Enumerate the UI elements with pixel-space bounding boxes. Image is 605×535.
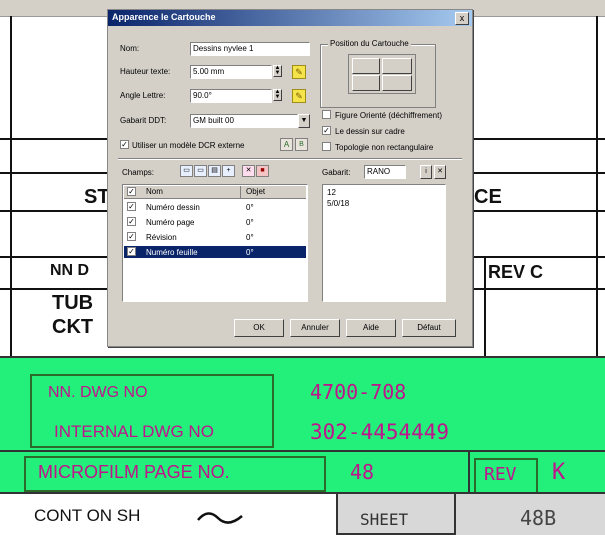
row-name: Numéro feuille	[146, 248, 198, 257]
table-row[interactable]: ✓ Révision 0°	[124, 231, 306, 243]
fields-list-header: ✓ Nom Objet	[124, 186, 306, 199]
select-all-checkbox[interactable]: ✓	[127, 187, 136, 196]
sheet-label: SHEET	[360, 510, 409, 529]
table-row[interactable]: ✓ Numéro page 0°	[124, 216, 306, 228]
figure-oriented-checkbox[interactable]	[322, 110, 331, 119]
name-label: Nom:	[120, 44, 140, 53]
pencil-icon[interactable]: ✎	[292, 89, 306, 103]
divider	[0, 450, 605, 452]
drawing-border-right	[596, 16, 598, 356]
new-field-icon[interactable]: ▭	[180, 165, 193, 177]
drawing-border-left	[10, 16, 12, 356]
remove-field-icon[interactable]: ■	[256, 165, 269, 177]
insert-field-icon[interactable]: +	[222, 165, 235, 177]
row-object: 0°	[246, 218, 254, 227]
nn-dwg-value: 4700-708	[310, 380, 407, 404]
topology-checkbox[interactable]	[322, 142, 331, 151]
position-group-label: Position du Cartouche	[328, 39, 411, 48]
dialog-titlebar[interactable]: Apparence le Cartouche x	[108, 10, 472, 26]
pencil-icon[interactable]: ✎	[292, 65, 306, 79]
default-button[interactable]: Défaut	[402, 319, 456, 337]
separator	[118, 158, 462, 160]
row-checkbox[interactable]: ✓	[127, 247, 136, 256]
figure-oriented-label: Figure Orienté (déchiffrement)	[335, 111, 443, 120]
format-icon[interactable]: B	[295, 138, 308, 151]
divider	[468, 450, 470, 494]
sheet-value: 48B	[520, 506, 557, 530]
row-object: 0°	[246, 203, 254, 212]
position-top-left[interactable]	[352, 58, 380, 74]
topology-label: Topologie non rectangulaire	[335, 143, 434, 152]
nn-dwg-label: NN. DWG NO	[48, 384, 148, 401]
list-item[interactable]: 5/0/18	[327, 199, 349, 208]
font-icon[interactable]: A	[280, 138, 293, 151]
close-button[interactable]: x	[455, 12, 469, 25]
row-name: Numéro dessin	[146, 203, 200, 212]
border-checkbox[interactable]: ✓	[322, 126, 331, 135]
row-checkbox[interactable]: ✓	[127, 202, 136, 211]
row-checkbox[interactable]: ✓	[127, 232, 136, 241]
name-field[interactable]: Dessins nyvlee 1	[190, 42, 310, 56]
position-bottom-left[interactable]	[352, 75, 380, 91]
height-label: Hauteur texte:	[120, 67, 171, 76]
position-bottom-right[interactable]	[382, 75, 412, 91]
ok-button[interactable]: OK	[234, 319, 284, 337]
row-object: 0°	[246, 233, 254, 242]
ckt-fragment: CKT	[52, 316, 94, 338]
info-icon[interactable]: i	[420, 165, 432, 179]
edit-field-icon[interactable]: ▤	[208, 165, 221, 177]
gabarit-list[interactable]: 12 5/0/18	[322, 184, 446, 302]
table-row-selected[interactable]: ✓ Numéro feuille 0°	[124, 246, 306, 258]
gabarit-list-label: Gabarit:	[322, 168, 351, 177]
col-object-header[interactable]: Objet	[246, 187, 265, 196]
rev-fragment: REV C	[488, 262, 544, 282]
tube-fragment: TUB	[52, 292, 94, 314]
internal-dwg-value: 302-4454449	[310, 420, 450, 444]
use-external-label: Utiliser un modèle DCR externe	[132, 141, 245, 150]
border-label: Le dessin sur cadre	[335, 127, 405, 136]
microfilm-value: 48	[350, 460, 375, 484]
use-external-checkbox[interactable]: ✓	[120, 140, 129, 149]
bottom-row: CONT ON SH SHEET 48B	[0, 492, 605, 535]
dialog-title: Apparence le Cartouche	[112, 12, 216, 22]
row-checkbox[interactable]: ✓	[127, 217, 136, 226]
row-name: Numéro page	[146, 218, 195, 227]
gabarit-ddt-label: Gabarit DDT:	[120, 116, 167, 125]
gabarit-list-field[interactable]: RANO	[364, 165, 406, 179]
position-top-right[interactable]	[382, 58, 412, 74]
rev-value: K	[552, 460, 566, 485]
cont-label: CONT ON SH	[34, 506, 141, 525]
col-name-header[interactable]: Nom	[146, 187, 163, 196]
drawing-line	[484, 256, 486, 356]
gabarit-ddt-select[interactable]: GM built 00	[190, 114, 298, 128]
help-button[interactable]: Aide	[346, 319, 396, 337]
angle-field[interactable]: 90.0°	[190, 89, 272, 103]
rev-label: REV	[484, 464, 517, 485]
sheet-fragment-right: CE	[474, 186, 502, 208]
cancel-button[interactable]: Annuler	[290, 319, 340, 337]
cartouche-dialog: Apparence le Cartouche x Nom: Dessins ny…	[107, 9, 473, 347]
dropdown-arrow-icon[interactable]: ▼	[298, 114, 310, 128]
fields-list[interactable]: ✓ Nom Objet ✓ Numéro dessin 0° ✓ Numéro …	[122, 184, 308, 302]
angle-label: Angle Lettre:	[120, 91, 166, 100]
angle-spinner[interactable]: ▲ ▼	[273, 89, 282, 101]
column-divider	[240, 186, 241, 198]
title-block-green: NN. DWG NO 4700-708 INTERNAL DWG NO 302-…	[0, 356, 605, 494]
fields-label: Champs:	[122, 168, 155, 177]
delete-field-icon[interactable]: ✕	[242, 165, 255, 177]
internal-dwg-label: INTERNAL DWG NO	[54, 422, 214, 441]
position-grid	[348, 54, 416, 94]
row-name: Révision	[146, 233, 177, 242]
height-spinner[interactable]: ▲ ▼	[273, 65, 282, 77]
row-object: 0°	[246, 248, 254, 257]
copy-field-icon[interactable]: ▭	[194, 165, 207, 177]
close-icon[interactable]: ✕	[434, 165, 446, 179]
sheet-fragment-left: ST	[84, 186, 110, 208]
table-row[interactable]: ✓ Numéro dessin 0°	[124, 201, 306, 213]
microfilm-label: MICROFILM PAGE NO.	[38, 462, 230, 482]
squiggle-mark	[197, 512, 243, 524]
list-item[interactable]: 12	[327, 188, 336, 197]
height-field[interactable]: 5.00 mm	[190, 65, 272, 79]
nn-fragment: NN D	[50, 262, 90, 279]
